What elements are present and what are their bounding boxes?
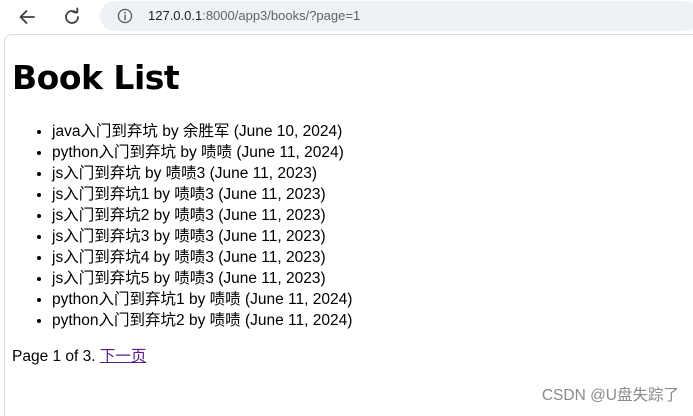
list-item: js入门到弃坑4 by 啧啧3 (June 11, 2023) <box>52 247 352 268</box>
pagination-status: Page 1 of 3. <box>12 348 96 365</box>
book-list: java入门到弃坑 by 余胜军 (June 10, 2024) python入… <box>12 121 352 331</box>
reload-icon <box>65 7 79 24</box>
next-page-link[interactable]: 下一页 <box>100 348 147 365</box>
page-title: Book List <box>12 58 180 97</box>
pagination: Page 1 of 3. 下一页 <box>12 347 146 367</box>
reload-button[interactable] <box>60 5 84 29</box>
browser-toolbar: 127.0.0.1:8000/app3/books/?page=1 <box>0 0 693 34</box>
url-path: :8000/app3/books/?page=1 <box>202 8 361 23</box>
list-item: js入门到弃坑 by 啧啧3 (June 11, 2023) <box>52 163 352 184</box>
arrow-left-icon <box>19 10 35 24</box>
list-item: java入门到弃坑 by 余胜军 (June 10, 2024) <box>52 121 352 142</box>
list-item: python入门到弃坑 by 啧啧 (June 11, 2024) <box>52 142 352 163</box>
info-icon[interactable] <box>117 8 133 24</box>
list-item: python入门到弃坑2 by 啧啧 (June 11, 2024) <box>52 310 352 331</box>
list-item: js入门到弃坑3 by 啧啧3 (June 11, 2023) <box>52 226 352 247</box>
list-item: js入门到弃坑5 by 啧啧3 (June 11, 2023) <box>52 268 352 289</box>
url-host: 127.0.0.1 <box>148 8 203 23</box>
list-item: python入门到弃坑1 by 啧啧 (June 11, 2024) <box>52 289 352 310</box>
watermark: CSDN @U盘失踪了 <box>541 387 679 404</box>
list-item: js入门到弃坑1 by 啧啧3 (June 11, 2023) <box>52 184 352 205</box>
list-item: js入门到弃坑2 by 啧啧3 (June 11, 2023) <box>52 205 352 226</box>
back-button[interactable] <box>15 5 39 29</box>
address-bar[interactable]: 127.0.0.1:8000/app3/books/?page=1 <box>100 1 693 31</box>
url-text[interactable]: 127.0.0.1:8000/app3/books/?page=1 <box>148 8 360 24</box>
